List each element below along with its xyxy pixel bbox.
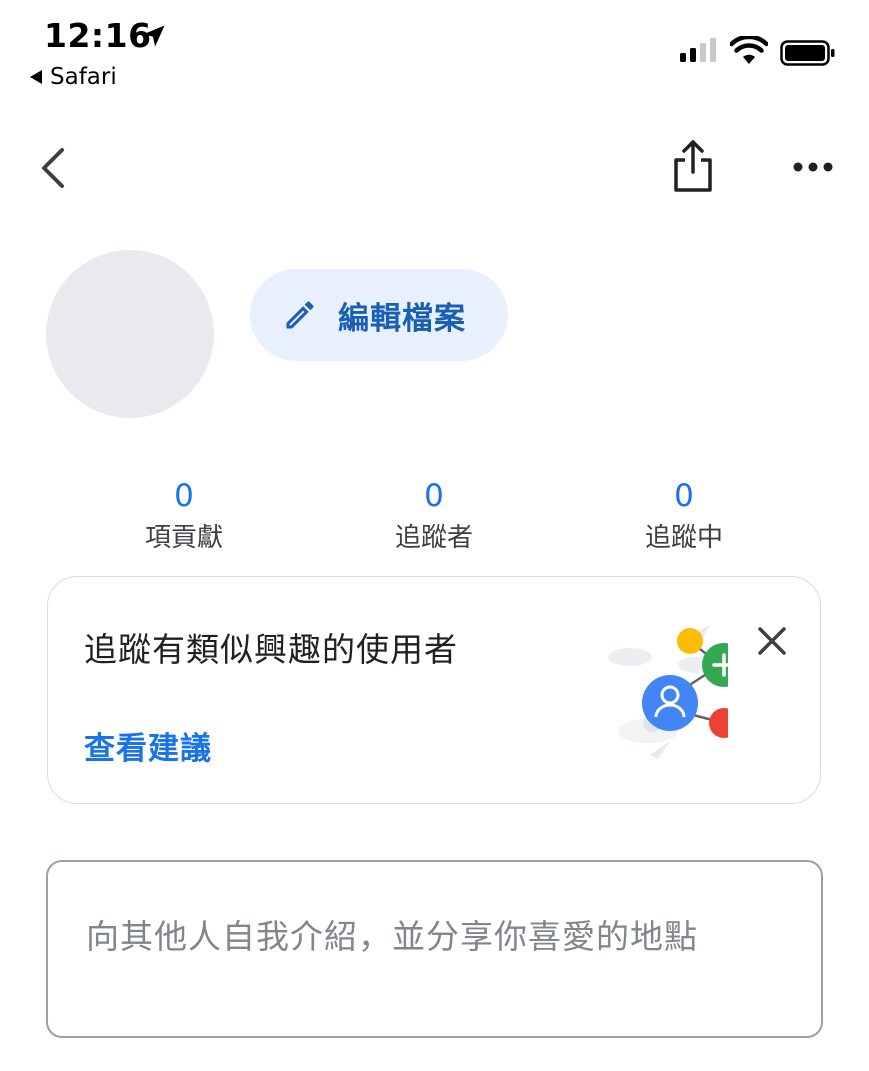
- edit-profile-button[interactable]: 編輯檔案: [250, 269, 508, 361]
- avatar[interactable]: [46, 250, 214, 418]
- people-network-illustration-icon: [608, 625, 728, 759]
- status-time: 12:16: [44, 16, 152, 55]
- stat-following-value: 0: [674, 478, 694, 514]
- back-triangle-icon: [30, 70, 42, 84]
- back-button[interactable]: [34, 142, 74, 194]
- pencil-icon: [286, 301, 314, 329]
- stat-contributions[interactable]: 0 項貢獻: [104, 476, 264, 558]
- stat-contributions-label: 項貢獻: [144, 523, 223, 553]
- close-icon[interactable]: [754, 623, 790, 659]
- location-arrow-icon: [143, 25, 165, 47]
- cellular-signal-icon: [680, 38, 716, 62]
- stat-following-label: 追蹤中: [644, 523, 723, 553]
- stat-contributions-value: 0: [174, 478, 194, 514]
- stat-following[interactable]: 0 追蹤中: [604, 476, 764, 558]
- bio-input[interactable]: 向其他人自我介紹，並分享你喜愛的地點: [46, 860, 823, 1038]
- share-icon[interactable]: [670, 138, 716, 196]
- bio-input-placeholder: 向其他人自我介紹，並分享你喜愛的地點: [86, 917, 698, 956]
- stat-followers[interactable]: 0 追蹤者: [354, 476, 514, 558]
- more-horizontal-icon[interactable]: [792, 157, 834, 177]
- suggestion-card-title: 追蹤有類似興趣的使用者: [84, 630, 458, 669]
- stat-followers-value: 0: [424, 478, 444, 514]
- battery-icon: [780, 40, 835, 66]
- back-app-label: Safari: [50, 64, 117, 90]
- follow-suggestion-card: 追蹤有類似興趣的使用者 查看建議: [47, 576, 821, 804]
- stat-followers-label: 追蹤者: [394, 523, 473, 553]
- back-to-app-link[interactable]: Safari: [30, 64, 117, 90]
- wifi-icon: [730, 36, 768, 64]
- edit-profile-label: 編輯檔案: [338, 300, 466, 337]
- view-suggestions-link[interactable]: 查看建議: [84, 723, 212, 768]
